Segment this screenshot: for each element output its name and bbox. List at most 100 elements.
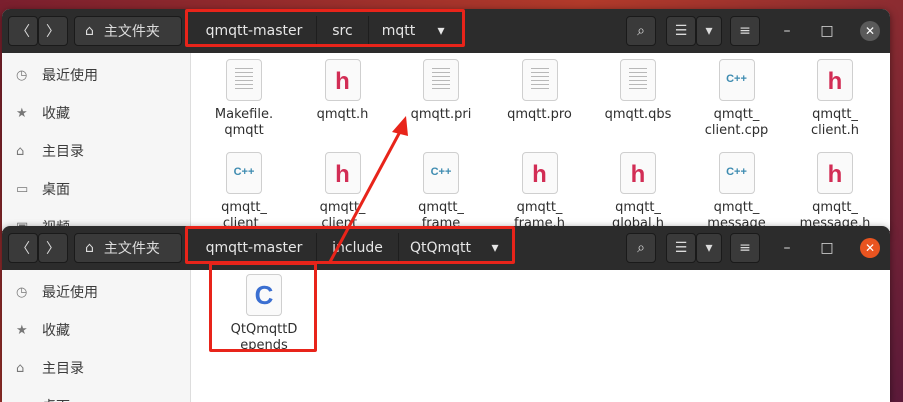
file-item[interactable]: h qmqtt_ global.h xyxy=(589,152,687,231)
sidebar-item-home[interactable]: ⌂ 主目录 xyxy=(16,358,84,378)
list-view-icon: ☰ xyxy=(674,240,688,256)
back-icon: 〈 xyxy=(16,24,30,40)
header-file-icon: h xyxy=(324,152,361,194)
back-icon: 〈 xyxy=(16,241,30,257)
maximize-button[interactable]: □ xyxy=(817,238,837,258)
view-options-button[interactable]: ▾ xyxy=(696,16,722,46)
file-item[interactable]: C QtQmqttD epends xyxy=(215,274,313,354)
file-item[interactable]: C++ qmqtt_ frame xyxy=(392,152,490,231)
maximize-button[interactable]: □ xyxy=(817,21,837,41)
text-file-icon xyxy=(226,59,262,101)
menu-button[interactable]: ≡ xyxy=(730,233,760,263)
breadcrumb-qmqtt-master[interactable]: qmqtt-master xyxy=(192,16,316,46)
view-list-button[interactable]: ☰ xyxy=(666,16,696,46)
sidebar-item-recent[interactable]: ◷ 最近使用 xyxy=(16,282,98,302)
sidebar-item-home[interactable]: ⌂ 主目录 xyxy=(16,141,84,161)
star-icon: ★ xyxy=(16,105,28,121)
breadcrumb-include[interactable]: include xyxy=(316,233,398,263)
home-label: 主文件夹 xyxy=(103,241,160,257)
search-button[interactable]: ⌕ xyxy=(626,233,656,263)
cpp-file-icon: C++ xyxy=(226,152,262,194)
sidebar: ◷最近使用 ★收藏 ⌂主目录 ▭桌面 ▣视频 xyxy=(2,53,191,231)
minimize-button[interactable]: – xyxy=(777,238,797,258)
clock-icon: ◷ xyxy=(16,67,28,83)
view-options-button[interactable]: ▾ xyxy=(696,233,722,263)
forward-icon: 〉 xyxy=(46,241,60,257)
back-button[interactable]: 〈 xyxy=(8,16,38,46)
file-manager-window-qtqmqtt: 〈 〉 ⌂ 主文件夹 qmqtt-master include QtQmqtt … xyxy=(2,226,890,402)
forward-button[interactable]: 〉 xyxy=(38,16,68,46)
minimize-button[interactable]: – xyxy=(777,21,797,41)
sidebar-item-starred[interactable]: ★ 收藏 xyxy=(16,320,70,340)
file-manager-window-mqtt: 〈 〉 ⌂ 主文件夹 qmqtt-master src mqtt ▾ ⌕ ☰ ▾… xyxy=(2,9,890,231)
text-file-icon xyxy=(423,59,459,101)
text-file-icon xyxy=(620,59,656,101)
list-view-icon: ☰ xyxy=(674,23,688,39)
sidebar-item-starred[interactable]: ★ 收藏 xyxy=(16,103,70,123)
chevron-down-icon: ▾ xyxy=(705,23,713,39)
close-button[interactable]: ✕ xyxy=(860,238,880,258)
file-item[interactable]: h qmqtt.h xyxy=(294,59,392,123)
sidebar: ◷ 最近使用 ★ 收藏 ⌂ 主目录 ▭ 桌面 xyxy=(2,270,191,402)
sidebar-item-label: 桌面 xyxy=(42,396,70,402)
sidebar-item-label: 最近使用 xyxy=(42,68,98,84)
file-item[interactable]: h qmqtt_ message.h xyxy=(786,152,884,231)
sidebar-item-recent[interactable]: ◷ 最近使用 xyxy=(16,65,98,85)
file-item[interactable]: C++ qmqtt_ message xyxy=(688,152,786,231)
header-bar: 〈 〉 ⌂ 主文件夹 qmqtt-master include QtQmqtt … xyxy=(2,226,890,270)
home-icon: ⌂ xyxy=(16,360,25,376)
file-item[interactable]: Makefile. qmqtt xyxy=(195,59,293,139)
close-icon: ✕ xyxy=(864,241,876,255)
search-icon: ⌕ xyxy=(637,23,645,39)
search-button[interactable]: ⌕ xyxy=(626,16,656,46)
file-item[interactable]: h qmqtt_ frame.h xyxy=(491,152,589,231)
close-button[interactable]: ✕ xyxy=(860,21,880,41)
forward-button[interactable]: 〉 xyxy=(38,233,68,263)
desktop-icon: ▭ xyxy=(16,181,29,197)
c-file-icon: C xyxy=(246,274,282,316)
clock-icon: ◷ xyxy=(16,284,28,300)
cpp-file-icon: C++ xyxy=(718,152,755,194)
file-name: qmqtt.qbs xyxy=(604,107,672,122)
header-file-icon: h xyxy=(324,59,361,101)
home-icon: ⌂ xyxy=(85,240,94,256)
forward-icon: 〉 xyxy=(46,24,60,40)
file-item[interactable]: qmqtt.pro xyxy=(491,59,589,123)
file-item[interactable]: C++ qmqtt_ client_ xyxy=(195,152,293,231)
star-icon: ★ xyxy=(16,322,28,338)
breadcrumb-qmqtt-master[interactable]: qmqtt-master xyxy=(192,233,316,263)
breadcrumb-mqtt[interactable]: mqtt xyxy=(368,16,428,46)
home-icon: ⌂ xyxy=(16,143,25,159)
file-name: Makefile. qmqtt xyxy=(214,107,274,138)
home-breadcrumb[interactable]: ⌂ 主文件夹 xyxy=(74,16,182,46)
desktop-icon: ▭ xyxy=(16,399,34,402)
file-item[interactable]: qmqtt.qbs xyxy=(589,59,687,123)
file-item[interactable]: h qmqtt_ client.h xyxy=(786,59,884,139)
sidebar-item-label: 主目录 xyxy=(42,361,84,377)
sidebar-item-label: 收藏 xyxy=(42,323,70,339)
header-file-icon: h xyxy=(817,152,853,194)
file-name: qmqtt.h xyxy=(316,107,369,122)
file-name: QtQmqttD epends xyxy=(230,322,298,353)
file-item[interactable]: C++ qmqtt_ client.cpp xyxy=(688,59,786,139)
text-file-icon xyxy=(521,59,558,101)
chevron-down-icon[interactable]: ▾ xyxy=(482,233,508,263)
file-item[interactable]: h qmqtt_ client_ xyxy=(294,152,392,231)
header-file-icon: h xyxy=(620,152,656,194)
chevron-down-icon[interactable]: ▾ xyxy=(428,16,454,46)
home-breadcrumb[interactable]: ⌂ 主文件夹 xyxy=(74,233,182,263)
hamburger-icon: ≡ xyxy=(739,240,751,256)
back-button[interactable]: 〈 xyxy=(8,233,38,263)
search-icon: ⌕ xyxy=(637,240,645,256)
view-list-button[interactable]: ☰ xyxy=(666,233,696,263)
home-icon: ⌂ xyxy=(85,23,94,39)
menu-button[interactable]: ≡ xyxy=(730,16,760,46)
sidebar-item-desktop[interactable]: ▭ 桌面 xyxy=(16,179,70,199)
home-label: 主文件夹 xyxy=(103,24,160,40)
sidebar-item-desktop[interactable]: ▭ 桌面 xyxy=(16,396,70,402)
file-name: qmqtt.pro xyxy=(507,107,572,122)
breadcrumb-qtqmqtt[interactable]: QtQmqtt xyxy=(398,233,482,263)
file-item[interactable]: qmqtt.pri xyxy=(392,59,490,123)
file-name: qmqtt_ client.cpp xyxy=(704,107,769,138)
breadcrumb-src[interactable]: src xyxy=(316,16,368,46)
